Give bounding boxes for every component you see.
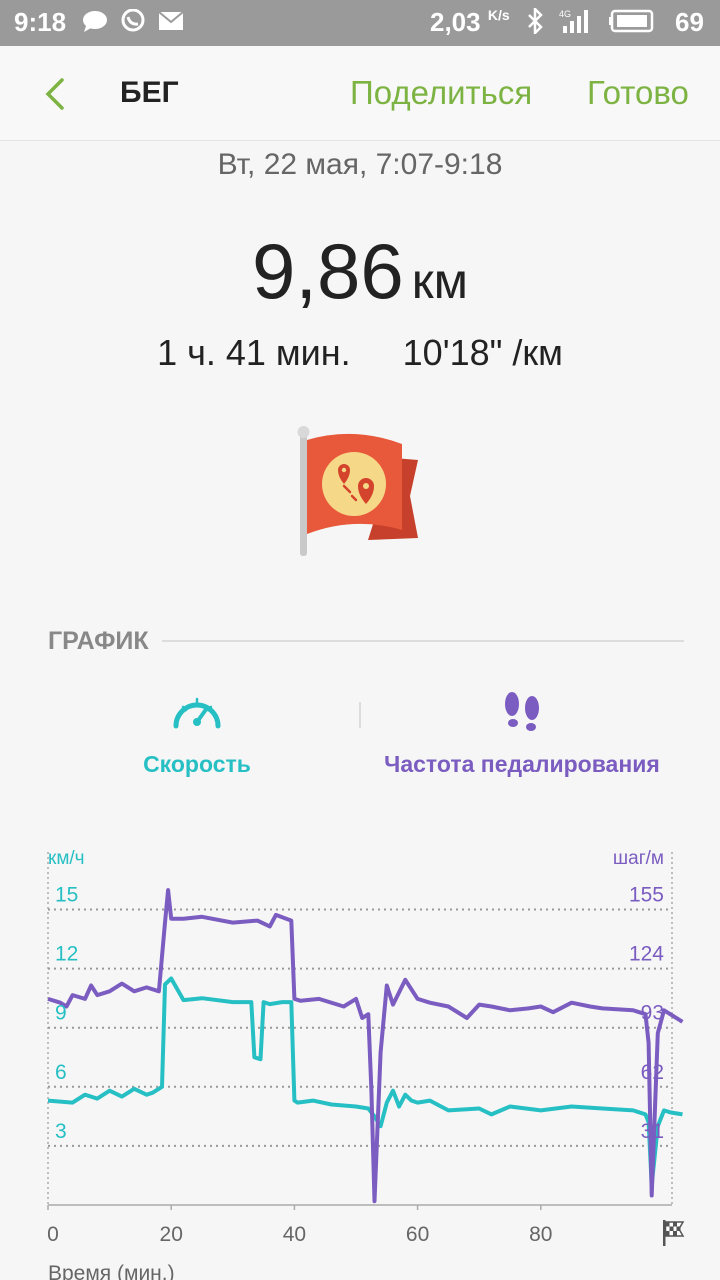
pace-value: 10'18" /км — [402, 332, 563, 373]
checkered-flag-icon — [663, 1220, 685, 1246]
chart-series — [47, 888, 684, 1204]
left-tick-label: 3 — [55, 1120, 67, 1143]
distance-value: 9,86 — [251, 227, 404, 315]
app-header: БЕГ Поделиться Готово — [0, 46, 720, 141]
status-bar: 9:18 2,03 K/s 4G 69 — [0, 0, 720, 46]
right-tick-label: 124 — [629, 943, 664, 966]
left-tick-label: 12 — [55, 943, 78, 966]
bluetooth-icon — [528, 8, 543, 34]
x-tick-label: 40 — [283, 1223, 306, 1246]
page-title: БЕГ — [120, 76, 179, 109]
x-tick-label: 0 — [47, 1223, 59, 1246]
workout-date: Вт, 22 мая, 7:07-9:18 — [217, 148, 503, 181]
svg-text:4G: 4G — [559, 9, 571, 19]
right-tick-label: 93 — [641, 1002, 664, 1025]
left-tick-label: 6 — [55, 1061, 67, 1084]
route-flag-icon — [297, 426, 418, 556]
battery-level: 69 — [675, 7, 704, 37]
right-tick-label: 155 — [629, 884, 664, 907]
chevron-left-icon[interactable] — [36, 74, 76, 114]
duration-value: 1 ч. 41 мин. — [157, 332, 351, 373]
tab-divider — [359, 702, 361, 728]
tab-cadence[interactable]: Частота педалирования — [372, 690, 672, 778]
distance-unit: км — [411, 253, 469, 309]
left-tick-label: 15 — [55, 884, 78, 907]
speed-cadence-chart: 15 15512 1249 936 623 310 20 40 60 80 км/ч шаг/м … — [47, 848, 685, 1280]
graph-section-title: ГРАФИК — [48, 627, 149, 655]
x-tick-label: 80 — [529, 1223, 552, 1246]
speed-series-line — [47, 976, 683, 1188]
network-speed: 2,03 K/s — [430, 7, 510, 37]
mail-icon — [158, 11, 184, 30]
x-tick-label: 60 — [406, 1223, 429, 1246]
tab-speed[interactable]: Скорость — [47, 690, 347, 778]
tab-cadence-label: Частота педалирования — [384, 751, 660, 777]
x-tick-label: 20 — [160, 1223, 183, 1246]
viber-icon — [121, 9, 145, 32]
chart-grid — [47, 852, 673, 1210]
signal-4g-icon: 4G — [559, 9, 588, 33]
right-axis-unit: шаг/м — [613, 848, 664, 869]
left-axis-unit: км/ч — [48, 848, 85, 869]
chart-labels: 15 155 12 124 9 93 6 62 3 31 0 20 40 60 80 — [47, 884, 664, 1247]
distance-display: 9,86 км — [0, 226, 720, 317]
right-tick-label: 62 — [641, 1061, 664, 1084]
battery-icon — [609, 9, 654, 33]
speedometer-icon — [173, 697, 221, 729]
footprints-icon — [505, 692, 539, 731]
cadence-series-line — [47, 888, 684, 1204]
workout-stats: 1 ч. 41 мин. 10'18" /км — [0, 332, 720, 374]
x-axis-label: Время (мин.) — [48, 1262, 175, 1280]
right-tick-label: 31 — [641, 1120, 664, 1143]
status-time: 9:18 — [14, 7, 67, 37]
section-divider — [162, 640, 684, 642]
chat-bubble-icon — [83, 11, 107, 32]
done-button[interactable]: Готово — [587, 74, 689, 112]
share-button[interactable]: Поделиться — [350, 74, 532, 112]
tab-speed-label: Скорость — [143, 751, 251, 777]
left-tick-label: 9 — [55, 1002, 67, 1025]
